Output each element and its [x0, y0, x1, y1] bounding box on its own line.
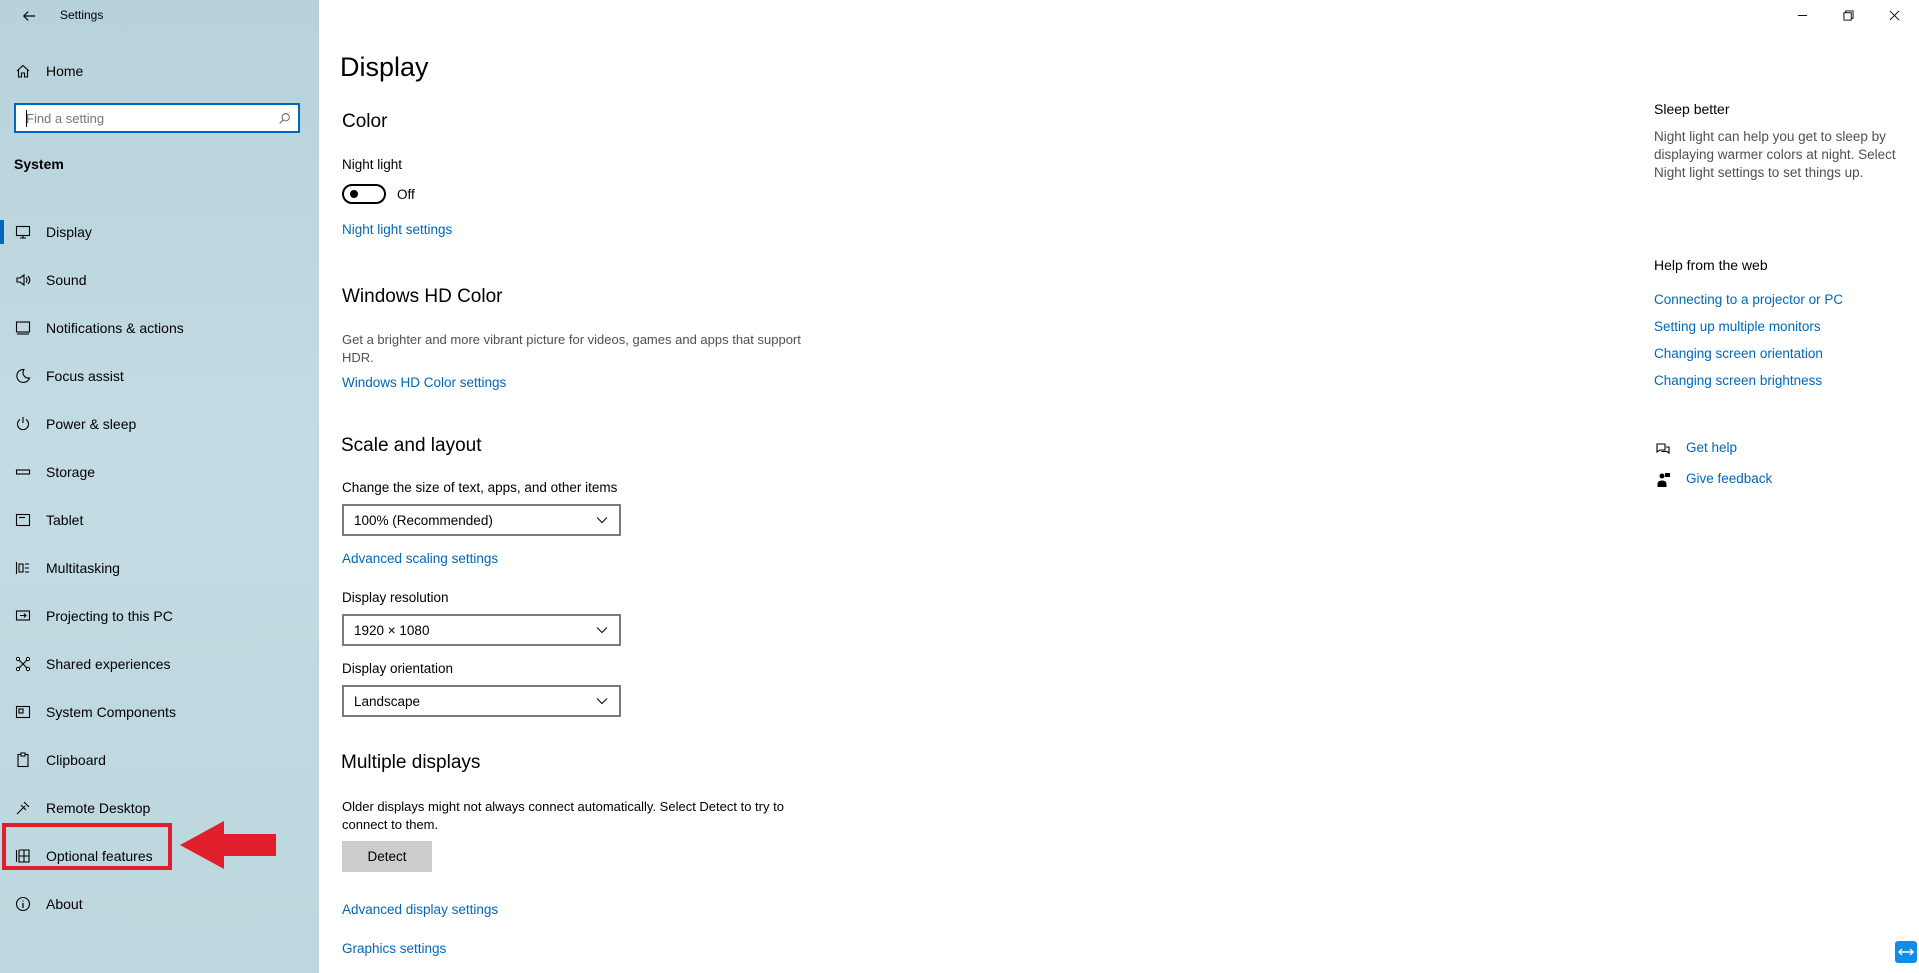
- search-icon[interactable]: [270, 112, 298, 125]
- sidebar-item-sound[interactable]: Sound: [0, 256, 319, 304]
- sidebar-item-display[interactable]: Display: [0, 208, 319, 256]
- sidebar-item-label: Sound: [46, 272, 87, 288]
- orientation-label: Display orientation: [342, 661, 454, 676]
- graphics-settings-link[interactable]: Graphics settings: [342, 941, 446, 956]
- sidebar-item-label: System Components: [46, 704, 176, 720]
- multiple-displays-description: Older displays might not always connect …: [342, 799, 784, 832]
- sidebar-item-tablet[interactable]: Tablet: [0, 496, 319, 544]
- give-feedback-link[interactable]: Give feedback: [1686, 471, 1772, 486]
- sidebar-item-system-components[interactable]: System Components: [0, 688, 319, 736]
- chevron-down-icon: [596, 698, 608, 705]
- sidebar-item-label: About: [46, 896, 83, 912]
- clipboard-icon: [13, 750, 33, 770]
- toggle-knob: [350, 190, 358, 198]
- home-label: Home: [46, 63, 84, 79]
- sidebar-item-label: Notifications & actions: [46, 320, 184, 336]
- sidebar-item-multitasking[interactable]: Multitasking: [0, 544, 319, 592]
- sidebar-item-home[interactable]: Home: [0, 56, 319, 86]
- page-title: Display: [340, 52, 429, 82]
- night-light-state: Off: [397, 187, 415, 202]
- sidebar-item-shared-experiences[interactable]: Shared experiences: [0, 640, 319, 688]
- search-input[interactable]: [16, 105, 270, 131]
- text-caret: [26, 110, 27, 127]
- sidebar-item-focus-assist[interactable]: Focus assist: [0, 352, 319, 400]
- close-icon[interactable]: [1871, 0, 1917, 30]
- power-icon: [13, 414, 33, 434]
- app-title: Settings: [60, 8, 104, 22]
- sidebar-item-label: Display: [46, 224, 92, 240]
- help-link-screen-orientation[interactable]: Changing screen orientation: [1654, 346, 1823, 361]
- size-label: Change the size of text, apps, and other…: [342, 480, 618, 495]
- minimize-icon[interactable]: [1779, 0, 1825, 30]
- get-help-link[interactable]: Get help: [1686, 440, 1737, 455]
- sidebar-item-label: Focus assist: [46, 368, 124, 384]
- sidebar-item-label: Tablet: [46, 512, 84, 528]
- sidebar-item-clipboard[interactable]: Clipboard: [0, 736, 319, 784]
- sidebar-item-label: Clipboard: [46, 752, 106, 768]
- remote-support-tray-icon[interactable]: [1895, 941, 1917, 963]
- section-label-system: System: [14, 156, 64, 172]
- search-box[interactable]: [14, 103, 300, 133]
- annotation-arrow-icon: [180, 821, 276, 869]
- moon-icon: [13, 366, 33, 386]
- home-icon: [13, 61, 33, 81]
- orientation-value: Landscape: [354, 693, 421, 709]
- sidebar-item-label: Multitasking: [46, 560, 120, 576]
- sidebar-item-storage[interactable]: Storage: [0, 448, 319, 496]
- notifications-icon: [13, 318, 33, 338]
- night-light-toggle[interactable]: [342, 184, 386, 204]
- sidebar: Settings Home System Display Sound Notif…: [0, 0, 319, 973]
- resolution-dropdown[interactable]: 1920 × 1080: [342, 614, 621, 646]
- help-link-projector[interactable]: Connecting to a projector or PC: [1654, 292, 1843, 307]
- color-heading: Color: [342, 111, 388, 132]
- resolution-label: Display resolution: [342, 590, 449, 605]
- sidebar-item-projecting[interactable]: Projecting to this PC: [0, 592, 319, 640]
- tablet-icon: [13, 510, 33, 530]
- help-link-screen-brightness[interactable]: Changing screen brightness: [1654, 373, 1822, 388]
- sidebar-item-label: Projecting to this PC: [46, 608, 173, 624]
- advanced-display-settings-link[interactable]: Advanced display settings: [342, 902, 498, 917]
- help-from-web-heading: Help from the web: [1654, 257, 1768, 273]
- detect-button[interactable]: Detect: [342, 841, 432, 872]
- sidebar-item-about[interactable]: About: [0, 880, 319, 928]
- multiple-displays-heading: Multiple displays: [341, 752, 481, 773]
- chevron-down-icon: [596, 627, 608, 634]
- night-light-settings-link[interactable]: Night light settings: [342, 222, 452, 237]
- help-link-multiple-monitors[interactable]: Setting up multiple monitors: [1654, 319, 1821, 334]
- chevron-down-icon: [596, 517, 608, 524]
- resolution-value: 1920 × 1080: [354, 622, 430, 638]
- scale-dropdown[interactable]: 100% (Recommended): [342, 504, 621, 536]
- scale-layout-heading: Scale and layout: [341, 435, 482, 456]
- multitasking-icon: [13, 558, 33, 578]
- sidebar-item-label: Power & sleep: [46, 416, 137, 432]
- shared-icon: [13, 654, 33, 674]
- display-icon: [13, 222, 33, 242]
- components-icon: [13, 702, 33, 722]
- sidebar-item-label: Shared experiences: [46, 656, 171, 672]
- sleep-better-text: Night light can help you get to sleep by…: [1654, 129, 1896, 180]
- orientation-dropdown[interactable]: Landscape: [342, 685, 621, 717]
- get-help-icon: [1654, 440, 1672, 458]
- restore-icon[interactable]: [1825, 0, 1871, 30]
- night-light-label: Night light: [342, 157, 403, 172]
- hd-color-heading: Windows HD Color: [342, 286, 503, 307]
- back-arrow-icon[interactable]: [14, 4, 44, 28]
- storage-icon: [13, 462, 33, 482]
- projecting-icon: [13, 606, 33, 626]
- hd-color-description: Get a brighter and more vibrant picture …: [342, 332, 801, 365]
- hd-color-settings-link[interactable]: Windows HD Color settings: [342, 375, 506, 390]
- sidebar-item-notifications[interactable]: Notifications & actions: [0, 304, 319, 352]
- sleep-better-heading: Sleep better: [1654, 101, 1730, 117]
- remote-icon: [13, 798, 33, 818]
- main-content: Display Color Night light Off Night ligh…: [319, 0, 1919, 973]
- sidebar-item-label: Remote Desktop: [46, 800, 151, 816]
- sidebar-item-power-sleep[interactable]: Power & sleep: [0, 400, 319, 448]
- info-icon: [13, 894, 33, 914]
- annotation-highlight-box: [2, 823, 172, 870]
- advanced-scaling-link[interactable]: Advanced scaling settings: [342, 551, 498, 566]
- give-feedback-icon: [1654, 471, 1672, 489]
- sound-icon: [13, 270, 33, 290]
- scale-value: 100% (Recommended): [354, 512, 493, 528]
- sidebar-item-label: Storage: [46, 464, 96, 480]
